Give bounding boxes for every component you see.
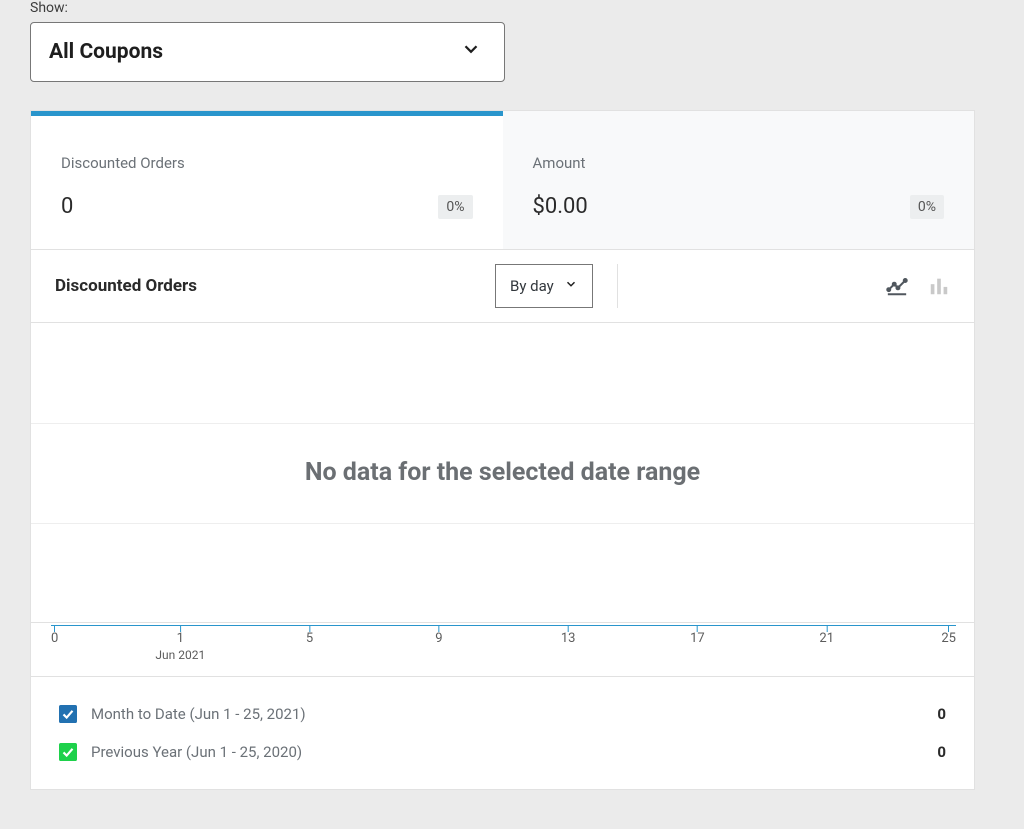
chart-legend: Month to Date (Jun 1 - 25, 2021)0Previou… bbox=[31, 676, 974, 789]
axis-tick: 0 bbox=[51, 626, 58, 646]
chart-header: Discounted Orders By day bbox=[31, 249, 974, 323]
legend-checkbox[interactable] bbox=[59, 705, 77, 723]
axis-subtick-label: Jun 2021 bbox=[155, 648, 205, 662]
axis-tick: 13 bbox=[561, 626, 576, 646]
legend-value: 0 bbox=[937, 743, 946, 761]
interval-select[interactable]: By day bbox=[495, 264, 593, 308]
summary-value: $0.00 bbox=[533, 194, 588, 219]
axis-tick: 17 bbox=[690, 626, 705, 646]
line-chart-icon[interactable] bbox=[886, 275, 908, 297]
coupon-select-value: All Coupons bbox=[49, 40, 163, 64]
summary-value: 0 bbox=[61, 194, 73, 219]
summary-row: Discounted Orders 0 0% Amount $0.00 0% bbox=[31, 111, 974, 249]
summary-pct-badge: 0% bbox=[438, 195, 472, 219]
legend-item: Previous Year (Jun 1 - 25, 2020) 0 bbox=[59, 733, 946, 771]
x-axis: 0 1Jun 2021 5 9 13 17 21 25 bbox=[31, 623, 974, 676]
report-card: Discounted Orders 0 0% Amount $0.00 0% D… bbox=[30, 110, 975, 790]
axis-tick: 9 bbox=[435, 626, 442, 646]
interval-select-value: By day bbox=[510, 277, 554, 295]
legend-label: Previous Year (Jun 1 - 25, 2020) bbox=[91, 743, 302, 761]
chevron-down-icon bbox=[460, 38, 482, 66]
bar-chart-icon[interactable] bbox=[928, 275, 950, 297]
chart-title: Discounted Orders bbox=[55, 276, 495, 296]
show-label: Show: bbox=[30, 0, 994, 16]
vertical-separator bbox=[617, 264, 618, 308]
chevron-down-icon bbox=[564, 277, 578, 295]
chart-body: No data for the selected date range bbox=[31, 323, 974, 623]
axis-tick: 1Jun 2021 bbox=[155, 626, 205, 662]
coupon-select[interactable]: All Coupons bbox=[30, 22, 505, 82]
summary-discounted-orders[interactable]: Discounted Orders 0 0% bbox=[31, 111, 503, 249]
summary-pct-badge: 0% bbox=[910, 195, 944, 219]
summary-amount[interactable]: Amount $0.00 0% bbox=[503, 111, 975, 249]
summary-label: Discounted Orders bbox=[61, 154, 473, 172]
legend-label: Month to Date (Jun 1 - 25, 2021) bbox=[91, 705, 306, 723]
axis-tick: 5 bbox=[306, 626, 313, 646]
summary-label: Amount bbox=[533, 154, 945, 172]
legend-item: Month to Date (Jun 1 - 25, 2021) 0 bbox=[59, 695, 946, 733]
axis-tick: 25 bbox=[941, 626, 956, 646]
axis-tick: 21 bbox=[819, 626, 834, 646]
chart-empty-message: No data for the selected date range bbox=[305, 458, 700, 487]
legend-value: 0 bbox=[937, 705, 946, 723]
legend-checkbox[interactable] bbox=[59, 743, 77, 761]
